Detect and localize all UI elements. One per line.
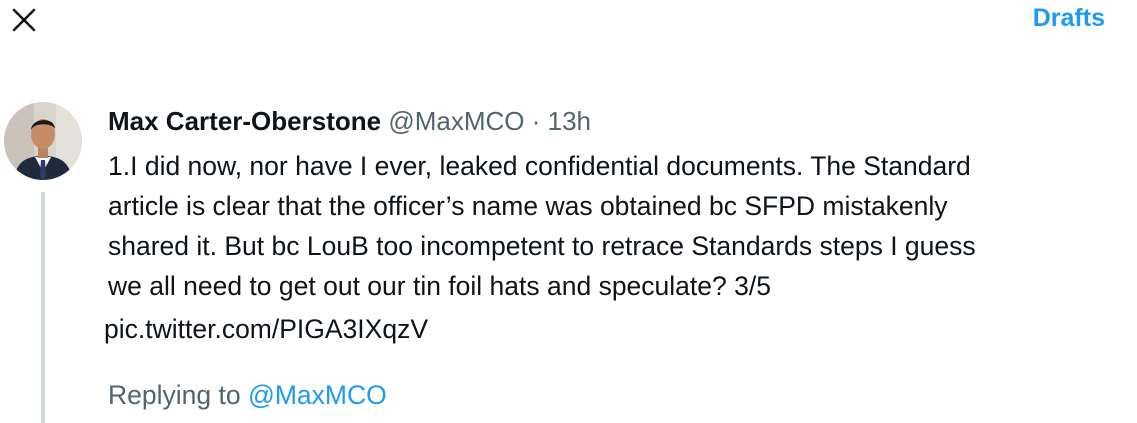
author-name[interactable]: Max Carter-Oberstone: [108, 106, 381, 136]
close-icon: [12, 8, 36, 32]
tweet-text: 1.I did now, nor have I ever, leaked con…: [108, 151, 976, 301]
replying-to-mention[interactable]: @MaxMCO: [248, 380, 387, 410]
replying-to-line: Replying to @MaxMCO: [108, 375, 387, 415]
drafts-button[interactable]: Drafts: [1033, 3, 1105, 33]
separator-dot: ·: [531, 106, 541, 136]
tweet-media-link[interactable]: pic.twitter.com/PIGA3IXqzV: [104, 309, 428, 349]
avatar-image: [4, 102, 82, 180]
thread-line: [41, 192, 45, 423]
replying-to-label: Replying to: [108, 380, 241, 410]
tweet-header: Max Carter-Oberstone @MaxMCO · 13h: [108, 104, 591, 138]
author-handle[interactable]: @MaxMCO: [388, 106, 524, 136]
close-button[interactable]: [6, 2, 42, 38]
tweet-timestamp[interactable]: 13h: [548, 106, 591, 136]
avatar[interactable]: [4, 102, 82, 180]
compose-reply-view: Drafts Max Carter-Oberstone @MaxMCO · 13…: [0, 0, 1137, 423]
